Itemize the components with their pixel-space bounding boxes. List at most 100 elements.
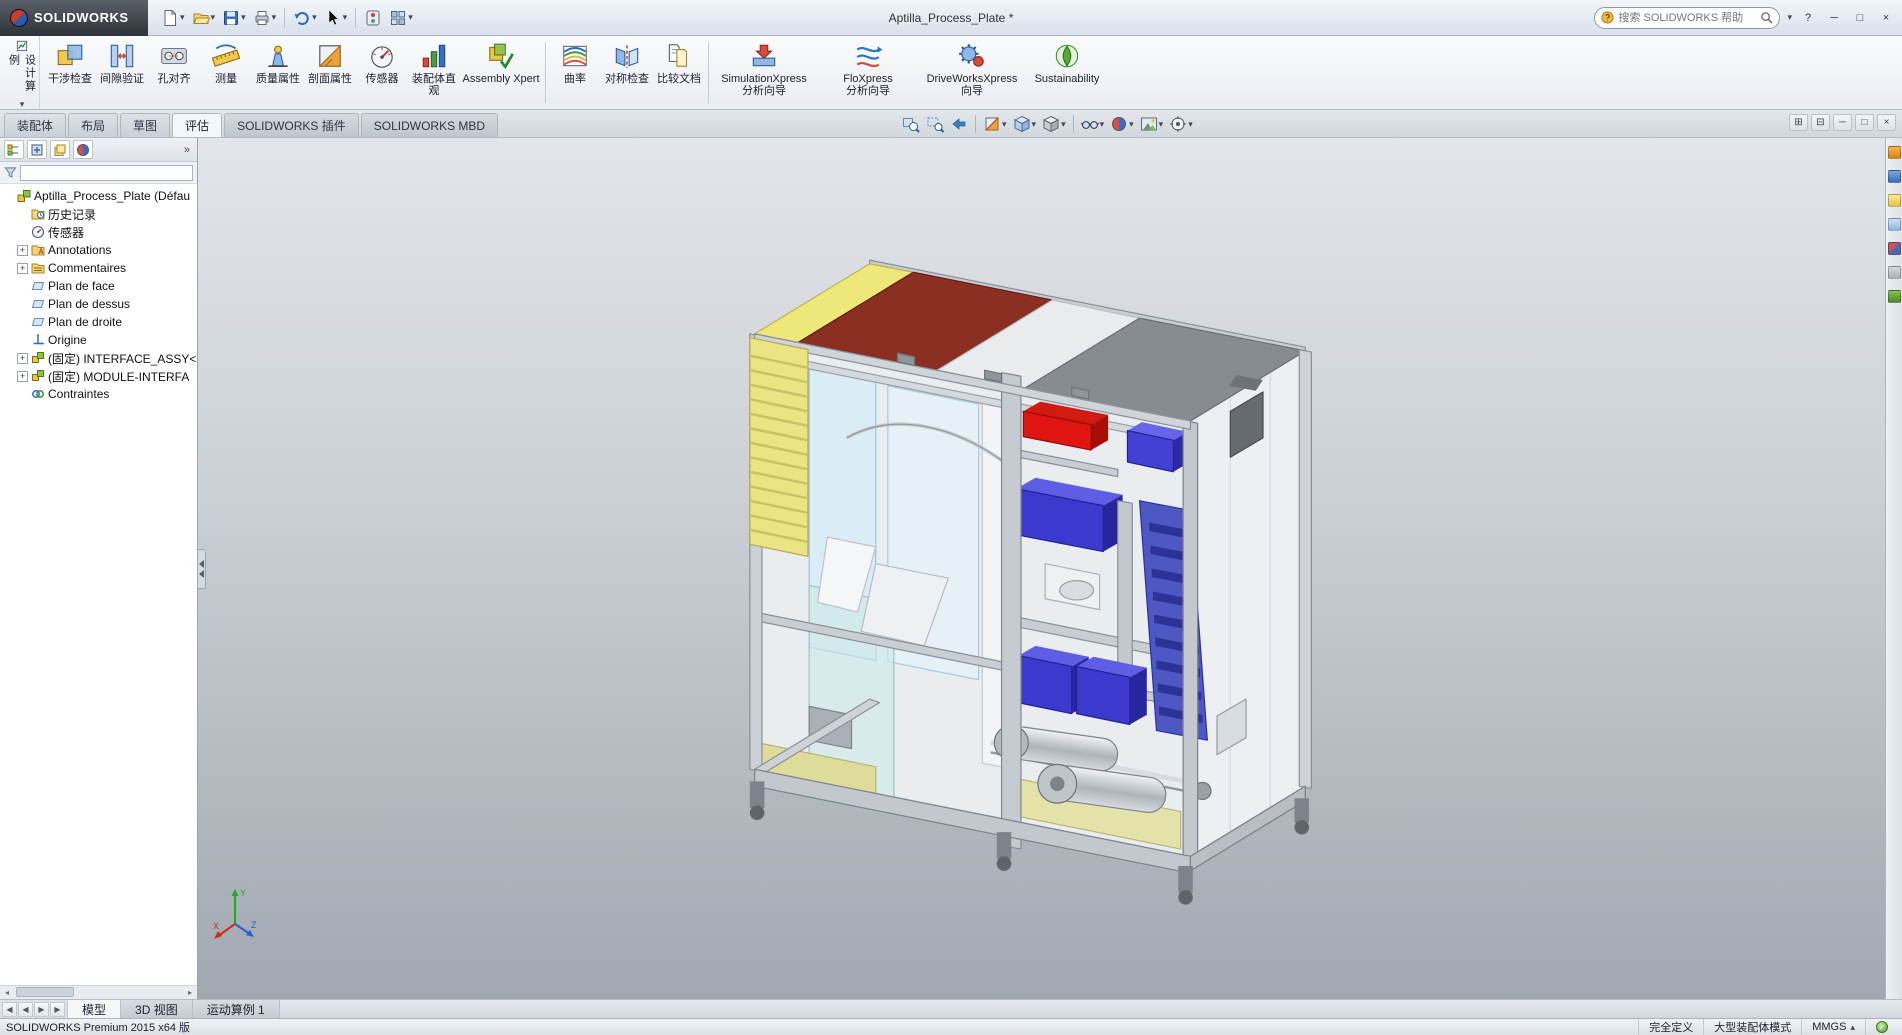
- undo-button[interactable]: ▾: [290, 5, 320, 31]
- select-button[interactable]: ▾: [321, 5, 351, 31]
- graphics-viewport[interactable]: Y X Z: [198, 138, 1902, 999]
- view-orientation-button[interactable]: ▾: [1011, 113, 1039, 135]
- appearances-icon[interactable]: [1887, 242, 1901, 255]
- previous-view-button[interactable]: [948, 113, 970, 135]
- panel-horizontal-scrollbar[interactable]: ◂ ▸: [0, 985, 197, 999]
- tab-solidworks-addins[interactable]: SOLIDWORKS 插件: [224, 113, 359, 137]
- zoom-area-button[interactable]: [924, 113, 946, 135]
- design-library-icon[interactable]: [1887, 170, 1901, 183]
- scroll-right-icon[interactable]: ▸: [183, 986, 197, 999]
- options-button[interactable]: ▾: [386, 5, 416, 31]
- open-button[interactable]: ▾: [189, 5, 219, 31]
- next-tab-button[interactable]: ▶: [34, 1001, 49, 1017]
- tool-clearance-verify[interactable]: 间隙验证: [96, 36, 148, 109]
- featuremanager-tab[interactable]: [4, 140, 24, 159]
- tab-solidworks-mbd[interactable]: SOLIDWORKS MBD: [360, 113, 499, 137]
- tab-model[interactable]: 模型: [68, 1000, 122, 1018]
- tree-root[interactable]: Aptilla_Process_Plate (Défau: [3, 187, 197, 205]
- section-view-button[interactable]: ▾: [981, 113, 1009, 135]
- tool-sensor[interactable]: 传感器: [356, 36, 408, 109]
- tree-item-plan-de-dessus[interactable]: Plan de dessus: [3, 295, 197, 313]
- prev-tab-button[interactable]: ◀: [18, 1001, 33, 1017]
- displaymanager-tab[interactable]: [73, 140, 93, 159]
- tab-3d-views[interactable]: 3D 视图: [121, 1000, 193, 1018]
- tree-item-plan-de-droite[interactable]: Plan de droite: [3, 313, 197, 331]
- tool-interference-check[interactable]: 干涉检查: [44, 36, 96, 109]
- doc-restore-button[interactable]: □: [1855, 114, 1874, 131]
- assembly-model[interactable]: [198, 138, 1902, 999]
- configurationmanager-tab[interactable]: [50, 140, 70, 159]
- search-scope-chevron-icon[interactable]: ▾: [1787, 13, 1792, 22]
- pane-split-left-button[interactable]: ⊞: [1789, 114, 1808, 131]
- tool-hole-alignment[interactable]: 孔对齐: [148, 36, 200, 109]
- propertymanager-tab[interactable]: [27, 140, 47, 159]
- tree-item-contraintes[interactable]: Contraintes: [3, 385, 197, 403]
- tab-assembly[interactable]: 装配体: [4, 113, 67, 137]
- tab-evaluate[interactable]: 评估: [172, 113, 223, 137]
- expand-icon[interactable]: +: [17, 262, 28, 274]
- maximize-button[interactable]: □: [1850, 9, 1870, 27]
- compare-documents-icon: [664, 41, 694, 71]
- units-dropdown[interactable]: MMGS ▴: [1801, 1019, 1865, 1035]
- expand-icon[interactable]: +: [17, 352, 28, 364]
- edit-appearance-button[interactable]: ▾: [1108, 113, 1136, 135]
- tool-curvature[interactable]: 曲率: [549, 36, 601, 109]
- tree-item-module-interface[interactable]: + (固定) MODULE-INTERFA: [3, 367, 197, 385]
- zoom-fit-button[interactable]: [900, 113, 922, 135]
- expand-icon[interactable]: +: [17, 370, 28, 382]
- tool-driveworksxpress[interactable]: DriveWorksXpress 向导: [920, 36, 1024, 109]
- search-input[interactable]: [1618, 11, 1757, 24]
- pane-split-right-button[interactable]: ⊟: [1811, 114, 1830, 131]
- expand-icon[interactable]: +: [17, 244, 28, 256]
- tool-mass-properties[interactable]: 质量属性: [252, 36, 304, 109]
- tab-layout[interactable]: 布局: [68, 113, 119, 137]
- panel-collapse-handle[interactable]: [198, 548, 206, 589]
- hide-show-items-button[interactable]: ▾: [1079, 113, 1107, 135]
- display-style-button[interactable]: ▾: [1040, 113, 1068, 135]
- tree-item-history[interactable]: 历史记录: [3, 205, 197, 223]
- tool-compare-documents[interactable]: 比较文档: [653, 36, 705, 109]
- new-document-button[interactable]: ▾: [158, 5, 188, 31]
- scrollbar-thumb[interactable]: [16, 987, 74, 997]
- filter-funnel-icon[interactable]: [4, 166, 17, 179]
- minimize-button[interactable]: ─: [1824, 9, 1844, 27]
- tool-floxpress[interactable]: FloXpress 分析向导: [816, 36, 920, 109]
- custom-properties-icon[interactable]: [1887, 266, 1901, 279]
- search-icon[interactable]: [1760, 11, 1774, 24]
- apply-scene-button[interactable]: ▾: [1138, 113, 1166, 135]
- tab-motion-study[interactable]: 运动算例 1: [192, 1000, 280, 1018]
- tool-simulationxpress[interactable]: SimulationXpress 分析向导: [712, 36, 816, 109]
- help-search-box[interactable]: [1594, 6, 1781, 29]
- save-button[interactable]: ▾: [219, 5, 249, 31]
- close-button[interactable]: ×: [1876, 9, 1896, 27]
- solidworks-resources-icon[interactable]: [1887, 146, 1901, 159]
- forum-icon[interactable]: [1887, 290, 1901, 303]
- view-palette-icon[interactable]: [1887, 218, 1901, 231]
- tree-item-commentaires[interactable]: + Commentaires: [3, 259, 197, 277]
- file-explorer-icon[interactable]: [1887, 194, 1901, 207]
- panel-expand-icon[interactable]: »: [181, 144, 193, 156]
- tool-sustainability[interactable]: Sustainability: [1024, 36, 1110, 109]
- last-tab-button[interactable]: ▶: [50, 1001, 65, 1017]
- tool-section-properties[interactable]: 剖面属性: [304, 36, 356, 109]
- tree-item-annotations[interactable]: + Annotations: [3, 241, 197, 259]
- tree-item-origine[interactable]: Origine: [3, 331, 197, 349]
- view-settings-button[interactable]: ▾: [1167, 113, 1195, 135]
- tool-assembly-visualization[interactable]: 装配体直观: [408, 36, 460, 109]
- doc-minimize-button[interactable]: ─: [1833, 114, 1852, 131]
- tool-measure[interactable]: 测量: [200, 36, 252, 109]
- scroll-left-icon[interactable]: ◂: [0, 986, 14, 999]
- design-study-cell[interactable]: 设计算例 ▾: [4, 36, 40, 109]
- tree-item-interface-assy[interactable]: + (固定) INTERFACE_ASSY<: [3, 349, 197, 367]
- tree-filter-input[interactable]: [20, 164, 193, 181]
- tree-item-plan-de-face[interactable]: Plan de face: [3, 277, 197, 295]
- tool-assemblyxpert[interactable]: Assembly Xpert: [460, 36, 542, 109]
- print-button[interactable]: ▾: [250, 5, 280, 31]
- tab-sketch[interactable]: 草图: [120, 113, 171, 137]
- help-button[interactable]: ?: [1798, 9, 1818, 27]
- tool-symmetry-check[interactable]: 对称检查: [601, 36, 653, 109]
- doc-close-button[interactable]: ×: [1877, 114, 1896, 131]
- rebuild-button[interactable]: [361, 5, 385, 31]
- first-tab-button[interactable]: ◀: [2, 1001, 17, 1017]
- tree-item-sensors[interactable]: 传感器: [3, 223, 197, 241]
